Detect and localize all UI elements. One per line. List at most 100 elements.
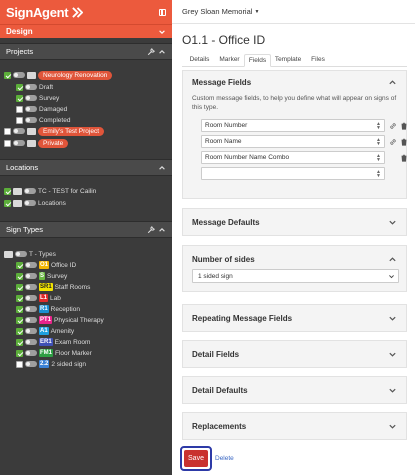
checkbox[interactable] xyxy=(4,187,11,195)
replacements-header[interactable]: Replacements xyxy=(183,413,406,440)
repeating-message-fields-card[interactable]: Repeating Message Fields xyxy=(182,304,407,332)
checkbox[interactable] xyxy=(16,94,23,102)
checkbox[interactable] xyxy=(4,71,11,79)
visibility-toggle[interactable] xyxy=(25,350,37,356)
new-message-field-select[interactable]: ▲ ▼ xyxy=(201,167,385,180)
visibility-toggle[interactable] xyxy=(25,284,37,290)
visibility-toggle[interactable] xyxy=(25,84,37,90)
sign-type-row[interactable]: O1 Office ID xyxy=(16,260,76,270)
wrench-icon[interactable] xyxy=(147,47,155,56)
sign-type-row[interactable]: A1 Amenity xyxy=(16,326,74,336)
number-of-sides-select[interactable]: 1 sided sign xyxy=(192,269,399,283)
visibility-toggle[interactable] xyxy=(25,328,37,334)
checkbox[interactable] xyxy=(16,283,23,291)
chevron-up-icon[interactable] xyxy=(158,164,166,172)
replacements-card[interactable]: Replacements xyxy=(182,412,407,440)
repeating-message-fields-header[interactable]: Repeating Message Fields xyxy=(183,305,406,332)
link-icon[interactable] xyxy=(389,122,397,130)
sign-types-header[interactable]: Sign Types xyxy=(0,221,172,238)
link-icon[interactable] xyxy=(389,138,397,146)
project-row[interactable]: Survey xyxy=(16,93,59,103)
visibility-toggle[interactable] xyxy=(24,200,36,206)
visibility-toggle[interactable] xyxy=(24,188,36,194)
checkbox[interactable] xyxy=(16,338,23,346)
visibility-toggle[interactable] xyxy=(13,128,25,134)
checkbox[interactable] xyxy=(4,127,11,135)
wrench-icon[interactable] xyxy=(147,225,155,234)
project-row[interactable]: Completed xyxy=(16,115,70,125)
project-row[interactable]: Damaged xyxy=(16,104,67,114)
visibility-toggle[interactable] xyxy=(25,95,37,101)
delete-link[interactable]: Delete xyxy=(215,455,234,462)
visibility-toggle[interactable] xyxy=(25,295,37,301)
chevron-up-icon[interactable] xyxy=(388,255,397,264)
checkbox[interactable] xyxy=(16,360,23,368)
location-row[interactable]: Locations xyxy=(4,198,66,208)
tab-fields[interactable]: Fields xyxy=(244,54,271,67)
project-row[interactable]: Private xyxy=(4,138,69,148)
sign-type-row[interactable]: 2.2 2 sided sign xyxy=(16,359,86,369)
checkbox[interactable] xyxy=(16,116,23,124)
design-selector[interactable]: Design xyxy=(0,24,172,38)
sign-type-row[interactable]: SR1 Staff Rooms xyxy=(16,282,90,292)
chevron-up-icon[interactable] xyxy=(158,226,166,234)
sign-type-row[interactable]: ER1 Exam Room xyxy=(16,337,90,347)
visibility-toggle[interactable] xyxy=(25,361,37,367)
project-row[interactable]: Neurology Renovation xyxy=(4,70,113,80)
checkbox[interactable] xyxy=(4,139,11,147)
detail-defaults-card[interactable]: Detail Defaults xyxy=(182,376,407,404)
sign-type-row[interactable]: R1 Reception xyxy=(16,304,80,314)
trash-icon[interactable] xyxy=(400,138,408,146)
detail-fields-header[interactable]: Detail Fields xyxy=(183,341,406,368)
chevron-up-icon[interactable] xyxy=(388,78,397,87)
visibility-toggle[interactable] xyxy=(13,72,25,78)
sign-type-row[interactable]: PT1 Physical Therapy xyxy=(16,315,104,325)
sign-type-row[interactable]: L1 Lab xyxy=(16,293,61,303)
checkbox[interactable] xyxy=(16,316,23,324)
collapse-sidebar-icon[interactable] xyxy=(159,8,166,16)
project-row[interactable]: Draft xyxy=(16,82,53,92)
projects-header[interactable]: Projects xyxy=(0,43,172,60)
detail-defaults-header[interactable]: Detail Defaults xyxy=(183,377,406,404)
visibility-toggle[interactable] xyxy=(25,262,37,268)
visibility-toggle[interactable] xyxy=(15,251,27,257)
checkbox[interactable] xyxy=(16,305,23,313)
detail-fields-card[interactable]: Detail Fields xyxy=(182,340,407,368)
message-field-select[interactable]: Room Number Name Combo ▲ ▼ xyxy=(201,151,385,164)
visibility-toggle[interactable] xyxy=(25,273,37,279)
visibility-toggle[interactable] xyxy=(25,117,37,123)
checkbox[interactable] xyxy=(16,272,23,280)
checkbox[interactable] xyxy=(16,261,23,269)
sign-type-row[interactable]: FM1 Floor Marker xyxy=(16,348,92,358)
checkbox[interactable] xyxy=(16,294,23,302)
tab-files[interactable]: Files xyxy=(306,54,330,67)
checkbox[interactable] xyxy=(16,327,23,335)
trash-icon[interactable] xyxy=(400,122,408,130)
message-defaults-header[interactable]: Message Defaults xyxy=(183,209,406,236)
checkbox[interactable] xyxy=(16,83,23,91)
chevron-up-icon[interactable] xyxy=(158,48,166,56)
trash-icon[interactable] xyxy=(400,154,408,162)
visibility-toggle[interactable] xyxy=(25,339,37,345)
sign-type-group-row[interactable]: T - Types xyxy=(4,249,56,259)
caret-down-icon[interactable]: ▼ xyxy=(254,9,259,15)
visibility-toggle[interactable] xyxy=(25,106,37,112)
checkbox[interactable] xyxy=(4,199,11,207)
visibility-toggle[interactable] xyxy=(25,317,37,323)
message-field-select[interactable]: Room Number ▲ ▼ xyxy=(201,119,385,132)
visibility-toggle[interactable] xyxy=(13,140,25,146)
org-switcher[interactable]: Grey Sloan Memorial xyxy=(182,7,252,16)
tab-details[interactable]: Details xyxy=(185,54,214,67)
save-button[interactable]: Save xyxy=(184,450,208,467)
visibility-toggle[interactable] xyxy=(25,306,37,312)
location-row[interactable]: TC - TEST for Cailin xyxy=(4,186,96,196)
tab-marker[interactable]: Marker xyxy=(215,54,244,67)
locations-header[interactable]: Locations xyxy=(0,159,172,176)
checkbox[interactable] xyxy=(16,105,23,113)
message-defaults-card[interactable]: Message Defaults xyxy=(182,208,407,236)
project-row[interactable]: Emily's Test Project xyxy=(4,126,105,136)
checkbox[interactable] xyxy=(16,349,23,357)
message-fields-header[interactable]: Message Fields xyxy=(183,71,406,94)
sign-type-row[interactable]: S Survey xyxy=(16,271,67,281)
tab-template[interactable]: Template xyxy=(272,54,304,67)
